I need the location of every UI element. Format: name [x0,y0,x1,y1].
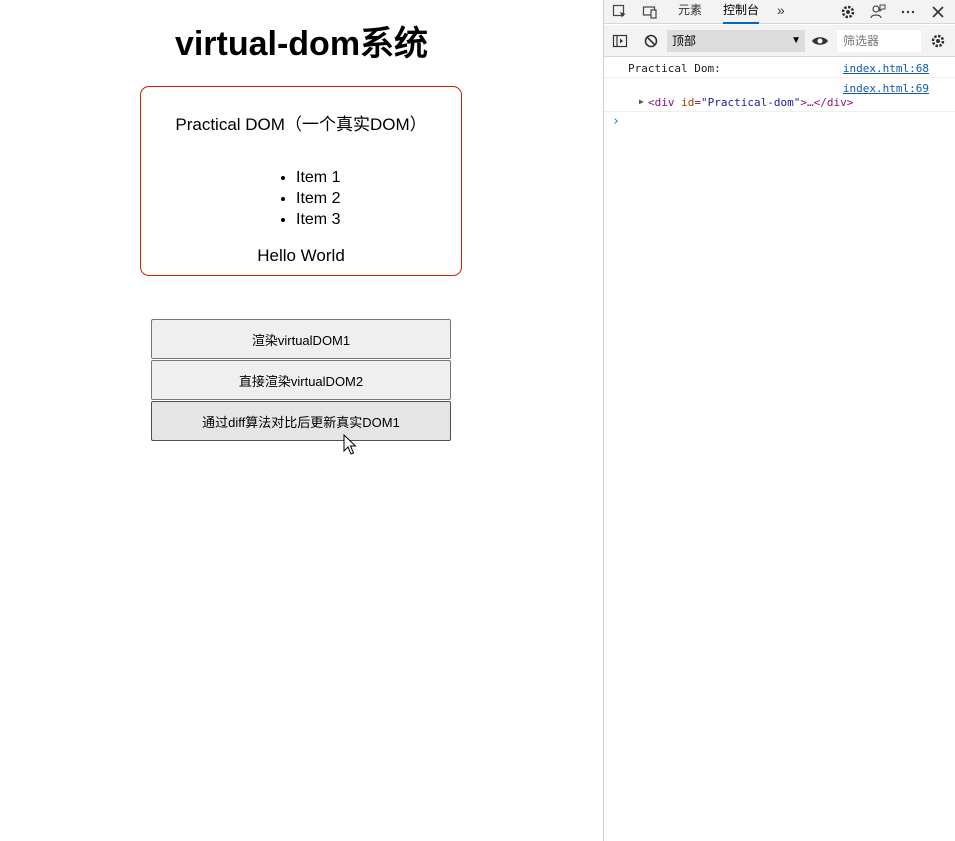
page-viewport: virtual-dom系统 Practical DOM（一个真实DOM） Ite… [0,0,603,841]
console-settings-gear-icon[interactable] [928,31,948,51]
close-icon[interactable] [928,2,948,22]
console-message: Practical Dom: [628,62,721,75]
list-item: Item 3 [296,209,340,230]
more-options-icon[interactable] [898,2,918,22]
source-link[interactable]: index.html:69 [843,82,929,95]
device-emulation-icon[interactable] [640,2,660,22]
dom-node-preview[interactable]: <div id="Practical-dom">…</div> [648,96,853,109]
console-log-row: Practical Dom: index.html:68 [604,58,955,78]
node-attr-value: "Practical-dom" [701,96,801,109]
tab-console[interactable]: 控制台 [723,0,760,24]
console-output: Practical Dom: index.html:68 index.html:… [604,58,955,132]
feedback-icon[interactable] [868,2,888,22]
console-toolbar: 顶部 ▼ [604,25,955,57]
practical-dom-container: Practical DOM（一个真实DOM） Item 1 Item 2 Ite… [140,86,462,276]
clear-console-icon[interactable] [641,31,661,51]
node-attr-eq: = [694,96,701,109]
node-attr-name: id [681,96,695,109]
node-tag-rest: >…</div> [800,96,854,109]
node-tag-open: <div [648,96,682,109]
context-selector[interactable]: 顶部 ▼ [667,30,805,52]
mouse-cursor-icon [343,434,357,455]
filter-input[interactable] [837,30,921,52]
show-sidebar-icon[interactable] [610,31,630,51]
list-item: Item 1 [296,167,340,188]
live-expression-eye-icon[interactable] [810,31,830,51]
practical-dom-footer: Hello World [257,246,345,265]
practical-dom-heading: Practical DOM（一个真实DOM） [175,115,427,134]
devtools-tab-bar: 元素 控制台 » [604,0,955,24]
console-prompt-row[interactable]: › [604,112,955,132]
diff-update-button[interactable]: 通过diff算法对比后更新真实DOM1 [151,401,451,441]
source-link[interactable]: index.html:68 [843,62,929,75]
console-prompt-icon: › [612,114,620,129]
expand-triangle-icon[interactable]: ▶ [639,97,644,106]
console-log-row: index.html:69 ▶ <div id="Practical-dom">… [604,78,955,112]
context-selector-value: 顶部 [672,34,697,48]
chevron-down-icon: ▼ [791,35,801,46]
practical-dom-list: Item 1 Item 2 Item 3 [296,167,340,230]
settings-gear-icon[interactable] [838,2,858,22]
render-virtualdom2-button[interactable]: 直接渲染virtualDOM2 [151,360,451,400]
list-item: Item 2 [296,188,340,209]
render-virtualdom1-button[interactable]: 渲染virtualDOM1 [151,319,451,359]
more-tabs-icon[interactable]: » [777,0,785,24]
tab-elements[interactable]: 元素 [678,0,702,24]
page-title: virtual-dom系统 [174,25,429,63]
devtools-panel: 元素 控制台 » 顶部 ▼ 筛选器 Practical Dom: index.h… [603,0,955,841]
inspect-element-icon[interactable] [610,2,630,22]
